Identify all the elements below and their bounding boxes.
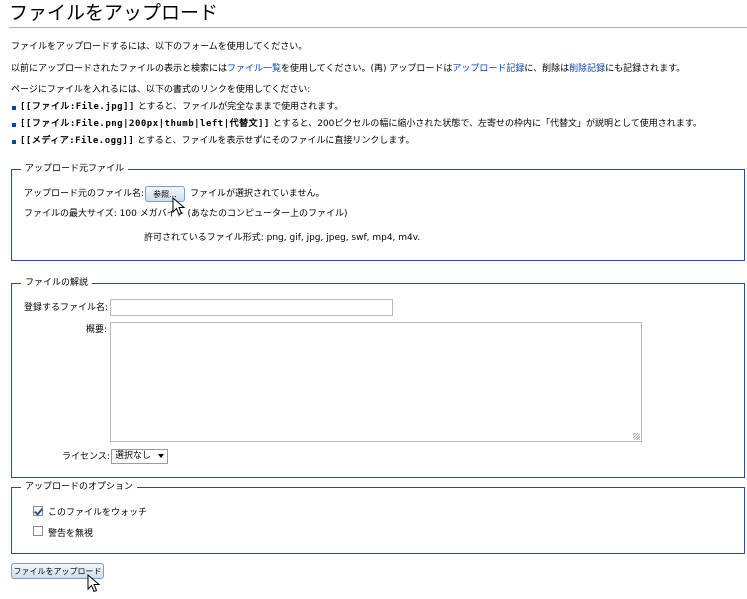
syntax-code: [[メディア:File.ogg]]	[20, 136, 135, 146]
dest-filename-input[interactable]	[110, 299, 393, 316]
mouse-cursor-icon	[87, 574, 101, 593]
summary-label: 概要:	[86, 325, 108, 335]
syntax-desc: とすると、200ピクセルの幅に縮小された状態で、左寄せの枠内に「代替文」が説明と…	[269, 119, 702, 129]
list-item: [[メディア:File.ogg]] とすると、ファイルを表示せずにそのファイルに…	[11, 135, 702, 152]
history-text-middle: を使用してください。(再) アップロードは	[281, 64, 453, 74]
deletion-log-link[interactable]: 削除記録	[569, 64, 605, 74]
syntax-code: [[ファイル:File.jpg]]	[20, 102, 135, 112]
syntax-intro-text: ページにファイルを入れるには、以下の書式のリンクを使用してください:	[11, 85, 311, 95]
no-file-text: ファイルが選択されていません。	[190, 189, 325, 199]
page-title: ファイルをアップロード	[9, 2, 219, 24]
upload-log-link[interactable]: アップロード記録	[452, 64, 524, 74]
dest-filename-label: 登録するファイル名:	[24, 303, 109, 313]
history-text-middle2: に、削除は	[524, 64, 570, 74]
ignore-warnings-label[interactable]: 警告を無視	[48, 528, 93, 540]
chevron-down-icon	[158, 454, 164, 458]
list-item: [[ファイル:File.jpg]] とすると、ファイルが完全なままで使用されます…	[11, 101, 702, 118]
source-file-legend: アップロード元ファイル	[25, 164, 125, 174]
resize-grip-icon[interactable]	[633, 433, 640, 440]
syntax-code: [[ファイル:File.png|200px|thumb|left|代替文]]	[20, 119, 270, 129]
upload-options-legend: アップロードのオプション	[25, 482, 134, 492]
intro-text: ファイルをアップロードするには、以下のフォームを使用してください。	[11, 42, 308, 52]
history-text-after: にも記録されます。	[605, 64, 686, 74]
license-selected-value: 選択なし	[115, 451, 152, 461]
file-list-link[interactable]: ファイル一覧	[227, 64, 281, 74]
syntax-list: [[ファイル:File.jpg]] とすると、ファイルが完全なままで使用されます…	[11, 101, 702, 152]
title-divider	[9, 27, 747, 28]
file-description-legend: ファイルの解説	[25, 278, 89, 288]
syntax-desc: とすると、ファイルが完全なままで使用されます。	[134, 102, 344, 112]
ignore-warnings-checkbox[interactable]	[33, 526, 43, 536]
license-select[interactable]: 選択なし	[111, 449, 168, 464]
source-file-label: アップロード元のファイル名:	[24, 189, 145, 199]
summary-textarea[interactable]	[110, 322, 642, 442]
mouse-cursor-icon	[172, 197, 186, 216]
allowed-types-text: 許可されているファイル形式: png, gif, jpg, jpeg, swf,…	[144, 233, 421, 243]
history-text-before: 以前にアップロードされたファイルの表示と検索には	[11, 64, 228, 74]
list-item: [[ファイル:File.png|200px|thumb|left|代替文]] と…	[11, 118, 702, 135]
license-label: ライセンス:	[62, 452, 110, 462]
syntax-desc: とすると、ファイルを表示せずにそのファイルに直接リンクします。	[134, 136, 415, 146]
history-text: 以前にアップロードされたファイルの表示と検索にはファイル一覧を使用してください。…	[11, 63, 685, 75]
watch-label[interactable]: このファイルをウォッチ	[48, 507, 147, 519]
watch-checkbox[interactable]	[33, 506, 43, 516]
